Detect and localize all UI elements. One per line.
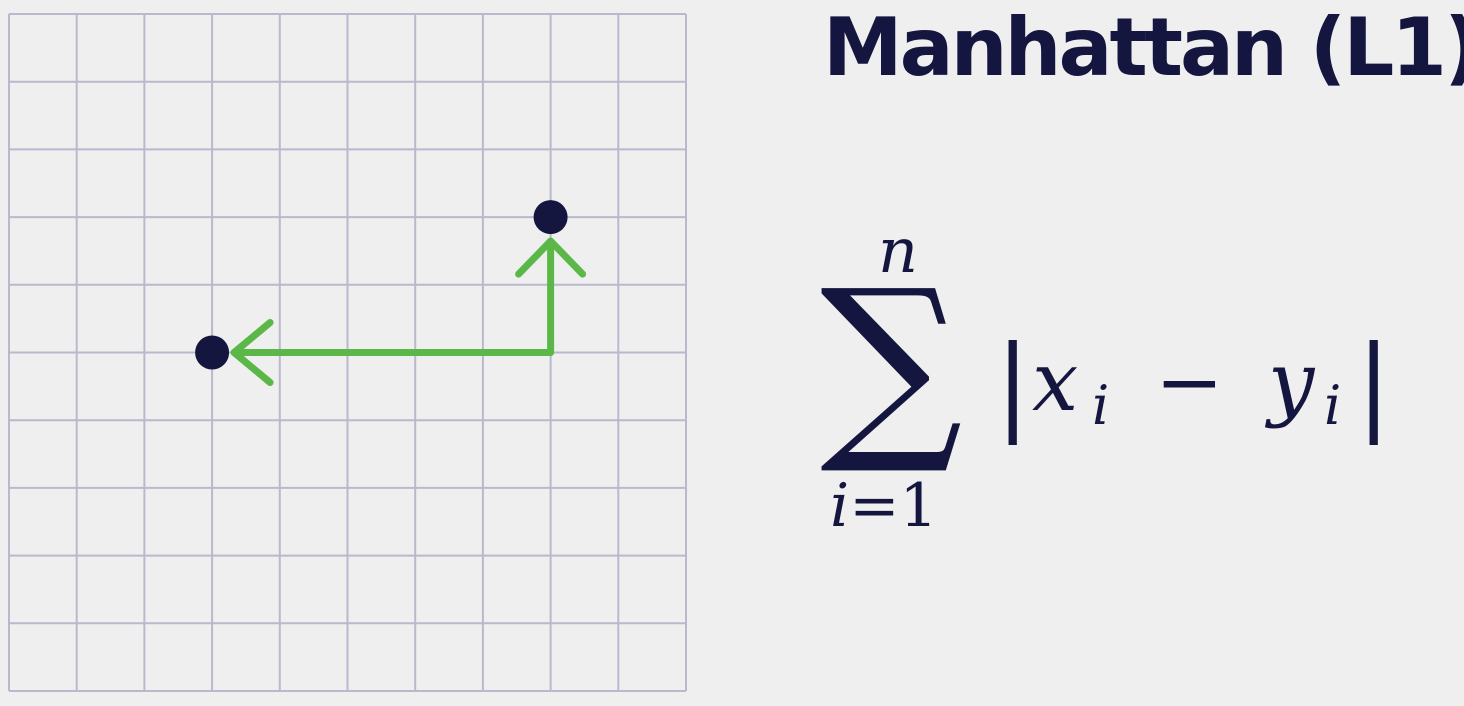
sum-lower-variable: i [830, 471, 849, 541]
term-y: y [1264, 335, 1316, 430]
abs-bar-right: | [1356, 323, 1391, 445]
slide-title: Manhattan (L1) [823, 1, 1464, 94]
term-x: x [1032, 335, 1078, 430]
sum-lower-equals: = [849, 471, 899, 541]
term-x-subscript: i [1092, 374, 1109, 437]
sum-lower-value: 1 [899, 471, 937, 541]
manhattan-formula: n ∑ i=1 | x i − y i | [820, 214, 1391, 541]
slide: Manhattan (L1) n ∑ i=1 | x i − y i | [0, 0, 1464, 706]
manhattan-grid [8, 13, 687, 692]
sum-lower-limit: i=1 [830, 471, 938, 541]
point-a [195, 335, 230, 370]
point-b [533, 200, 568, 235]
term-y-subscript: i [1324, 374, 1341, 437]
summation-sigma: ∑ [820, 247, 963, 480]
abs-bar-left: | [995, 323, 1030, 445]
minus-operator: − [1155, 335, 1224, 430]
manhattan-path [230, 237, 587, 386]
